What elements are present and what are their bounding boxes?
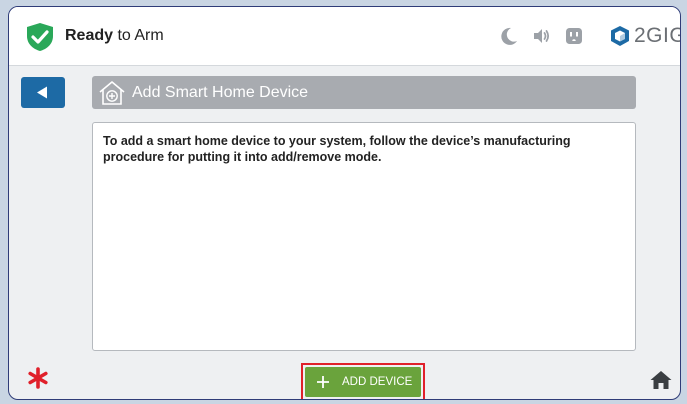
plus-icon bbox=[317, 376, 329, 388]
home-icon[interactable] bbox=[650, 370, 672, 390]
triangle-left-icon bbox=[37, 86, 47, 99]
system-status[interactable]: Ready to Arm bbox=[65, 27, 164, 45]
asterisk-icon[interactable] bbox=[27, 367, 49, 389]
shield-check-icon bbox=[27, 23, 53, 51]
status-bold-text: Ready bbox=[65, 27, 114, 44]
status-rest-text: to Arm bbox=[113, 27, 164, 44]
app-frame: Ready to Arm 2GIG Add Smart Home Device … bbox=[8, 6, 681, 400]
brand-name: 2GIG bbox=[634, 24, 681, 47]
outlet-icon[interactable] bbox=[564, 26, 584, 46]
page-title: Add Smart Home Device bbox=[132, 84, 309, 101]
brand-logo: 2GIG bbox=[609, 22, 681, 50]
instructions-text: To add a smart home device to your syste… bbox=[103, 134, 571, 164]
back-button[interactable] bbox=[21, 77, 65, 108]
add-device-button[interactable]: ADD DEVICE bbox=[305, 367, 421, 397]
footer-bar: ADD DEVICE bbox=[9, 359, 680, 399]
speaker-icon[interactable] bbox=[531, 26, 551, 46]
add-device-label: ADD DEVICE bbox=[342, 376, 413, 388]
status-header: Ready to Arm 2GIG bbox=[9, 7, 680, 66]
house-plus-icon bbox=[99, 81, 125, 105]
brand-cube-icon bbox=[611, 26, 629, 46]
moon-icon[interactable] bbox=[499, 26, 519, 46]
instructions-panel: To add a smart home device to your syste… bbox=[92, 122, 636, 351]
page-title-bar: Add Smart Home Device bbox=[92, 76, 636, 109]
